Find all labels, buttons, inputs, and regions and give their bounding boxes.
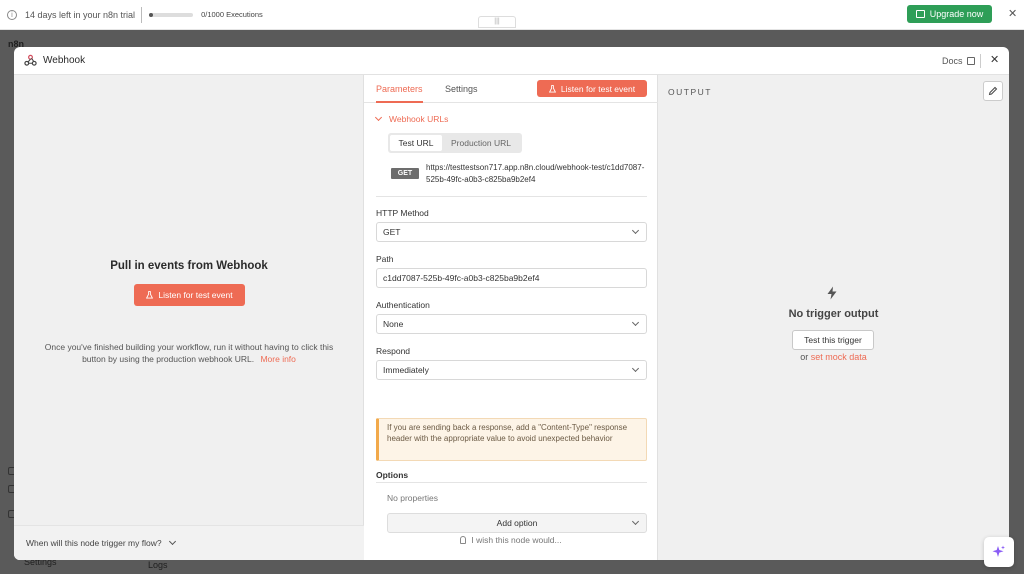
respond-value: Immediately	[383, 365, 429, 375]
info-icon: i	[7, 9, 17, 20]
chevron-down-icon	[631, 364, 640, 373]
header-divider	[980, 54, 981, 68]
tab-parameters[interactable]: Parameters	[376, 84, 423, 103]
chevron-down-icon	[168, 537, 176, 546]
panel-drag-handle[interactable]: |||	[478, 16, 516, 28]
executions-progress-fill	[149, 12, 154, 17]
params-tabs: Parameters Settings Listen for test even…	[364, 75, 658, 103]
output-panel: OUTPUT No trigger output Test this trigg…	[658, 75, 1009, 560]
parameters-panel: Parameters Settings Listen for test even…	[364, 75, 658, 560]
set-mock-data-link[interactable]: set mock data	[811, 352, 867, 362]
flow-question-toggle[interactable]: When will this node trigger my flow?	[14, 525, 364, 560]
test-trigger-label: Test this trigger	[804, 335, 862, 345]
external-link-icon	[966, 57, 975, 65]
close-icon[interactable]: ✕	[1008, 7, 1017, 20]
webhook-urls-label: Webhook URLs	[389, 114, 449, 124]
listen-test-event-button[interactable]: Listen for test event	[537, 80, 647, 97]
wish-label: I wish this node would...	[471, 535, 562, 545]
add-option-button[interactable]: Add option	[387, 513, 647, 533]
input-description: Once you've finished building your workf…	[32, 341, 346, 365]
output-title: OUTPUT	[668, 87, 712, 97]
upgrade-button[interactable]: Upgrade now	[907, 5, 992, 23]
docs-link[interactable]: Docs	[942, 56, 975, 66]
http-method-select[interactable]: GET	[376, 222, 647, 242]
pencil-icon	[988, 86, 998, 96]
webhook-icon	[24, 54, 37, 66]
webhook-urls-toggle[interactable]: Webhook URLs	[374, 113, 449, 124]
input-panel: Pull in events from Webhook Listen for t…	[14, 75, 364, 560]
authentication-value: None	[383, 319, 404, 329]
flask-icon	[548, 84, 556, 92]
content-type-notice: If you are sending back a response, add …	[376, 418, 647, 461]
trial-separator	[141, 6, 143, 23]
listen-label: Listen for test event	[158, 290, 233, 300]
modal-header: Webhook Docs ✕	[14, 47, 1009, 75]
no-properties-text: No properties	[387, 493, 439, 503]
node-modal: Webhook Docs ✕ Pull in events from Webho…	[14, 47, 1009, 560]
url-type-toggle: Test URL Production URL	[388, 133, 522, 153]
listen-label: Listen for test event	[560, 83, 636, 94]
no-output-text: No trigger output	[788, 308, 879, 320]
lightning-icon	[827, 286, 837, 300]
sparkle-icon	[992, 545, 1005, 557]
wish-link[interactable]: I wish this node would...	[364, 535, 658, 545]
close-icon[interactable]: ✕	[990, 53, 999, 66]
executions-progress	[149, 12, 194, 17]
gift-icon	[915, 10, 925, 18]
path-value: c1dd7087-525b-49fc-a0b3-c825ba9b2ef4	[383, 273, 540, 283]
chevron-down-icon	[631, 318, 640, 327]
flask-icon	[146, 291, 154, 299]
chevron-down-icon	[631, 517, 640, 526]
authentication-select[interactable]: None	[376, 314, 647, 334]
more-info-link[interactable]: More info	[260, 354, 295, 364]
chevron-down-icon	[631, 226, 640, 235]
edit-output-button[interactable]	[983, 81, 1003, 101]
tab-settings[interactable]: Settings	[445, 84, 478, 94]
respond-label: Respond	[376, 346, 411, 356]
modal-title: Webhook	[43, 55, 86, 66]
production-url-option[interactable]: Production URL	[442, 135, 520, 151]
upgrade-label: Upgrade now	[929, 9, 984, 19]
http-method-label: HTTP Method	[376, 208, 429, 218]
chevron-down-icon	[374, 113, 383, 121]
lightbulb-icon	[460, 536, 467, 544]
listen-test-event-button[interactable]: Listen for test event	[134, 284, 245, 306]
logs-label: Logs	[148, 560, 168, 570]
mock-data-line: or set mock data	[658, 352, 1009, 362]
ai-assistant-button[interactable]	[984, 537, 1014, 567]
options-label: Options	[376, 470, 409, 480]
respond-select[interactable]: Immediately	[376, 360, 647, 380]
http-method-value: GET	[383, 227, 401, 237]
webhook-url[interactable]: https://testtestson717.app.n8n.cloud/web…	[426, 162, 648, 186]
authentication-label: Authentication	[376, 300, 430, 310]
executions-text: 0/1000 Executions	[201, 10, 263, 19]
path-input[interactable]: c1dd7087-525b-49fc-a0b3-c825ba9b2ef4	[376, 268, 647, 288]
flow-question-label: When will this node trigger my flow?	[26, 538, 162, 548]
input-panel-title: Pull in events from Webhook	[110, 260, 268, 272]
docs-label: Docs	[942, 56, 963, 66]
method-badge: GET	[391, 168, 419, 179]
or-text: or	[800, 352, 809, 362]
divider	[376, 196, 647, 197]
test-trigger-button[interactable]: Test this trigger	[792, 330, 874, 350]
test-url-option[interactable]: Test URL	[390, 135, 442, 151]
add-option-label: Add option	[496, 518, 538, 528]
trial-days-text: 14 days left in your n8n trial	[25, 9, 136, 20]
divider	[376, 482, 647, 483]
path-label: Path	[376, 254, 394, 264]
